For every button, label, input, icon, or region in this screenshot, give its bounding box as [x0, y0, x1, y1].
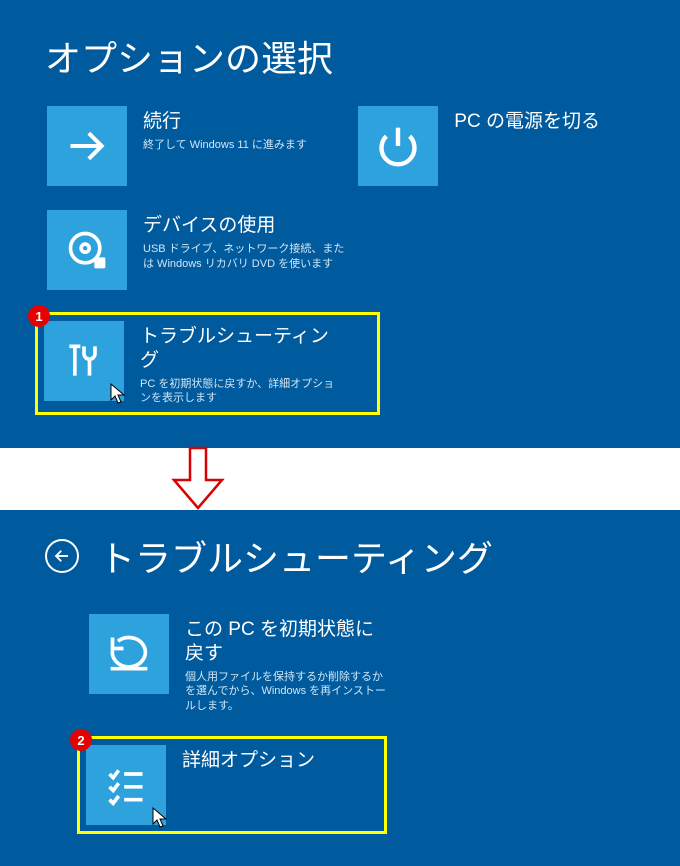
callout-badge-2: 2: [70, 729, 92, 751]
tile-troubleshoot-desc: PC を初期状態に戻すか、詳細オプションを表示します: [140, 377, 344, 407]
power-icon: [358, 106, 438, 186]
troubleshoot-screen: トラブルシューティング この PC を初期状態に戻す 個人用ファイルを保持するか…: [0, 510, 680, 866]
arrow-right-icon: [47, 106, 127, 186]
tile-advanced-options[interactable]: 2 詳細オプション: [77, 736, 387, 834]
reset-icon: [89, 614, 169, 694]
option-row-1: 続行 終了して Windows 11 に進みます PC の電源を切る: [45, 104, 635, 208]
tile-continue-desc: 終了して Windows 11 に進みます: [143, 138, 307, 153]
title-row: トラブルシューティング: [45, 530, 635, 582]
tile-continue[interactable]: 続行 終了して Windows 11 に進みます: [45, 104, 356, 188]
cursor-icon: [110, 383, 128, 405]
troubleshoot-options: この PC を初期状態に戻す 個人用ファイルを保持するか削除するかを選んでから、…: [45, 592, 635, 834]
tile-shutdown[interactable]: PC の電源を切る: [356, 104, 635, 188]
tile-reset-title: この PC を初期状態に戻す: [185, 618, 389, 666]
page-title: トラブルシューティング: [99, 530, 493, 582]
callout-badge-1: 1: [28, 305, 50, 327]
tile-device-title: デバイスの使用: [143, 214, 347, 238]
flow-arrow-icon: [168, 446, 228, 517]
option-row-3: 1 トラブルシューティング PC を初期状態に戻すか、詳細オプションを表示します: [45, 312, 635, 435]
tile-troubleshoot[interactable]: 1 トラブルシューティング PC を初期状態に戻すか、詳細オプションを表示します: [35, 312, 380, 415]
cursor-icon: [152, 807, 170, 829]
tile-reset-desc: 個人用ファイルを保持するか削除するかを選んでから、Windows を再インストー…: [185, 670, 389, 715]
choose-option-screen: オプションの選択 続行 終了して Windows 11 に進みます: [0, 0, 680, 448]
back-button[interactable]: [45, 539, 79, 573]
tile-shutdown-title: PC の電源を切る: [454, 110, 600, 134]
option-row-2: デバイスの使用 USB ドライブ、ネットワーク接続、または Windows リカ…: [45, 208, 635, 312]
tile-troubleshoot-title: トラブルシューティング: [140, 325, 344, 373]
tile-device-desc: USB ドライブ、ネットワーク接続、または Windows リカバリ DVD を…: [143, 242, 347, 272]
disc-icon: [47, 210, 127, 290]
tile-reset-pc[interactable]: この PC を初期状態に戻す 個人用ファイルを保持するか削除するかを選んでから、…: [87, 612, 635, 716]
tile-use-device[interactable]: デバイスの使用 USB ドライブ、ネットワーク接続、または Windows リカ…: [45, 208, 380, 292]
tile-continue-title: 続行: [143, 110, 307, 134]
page-title: オプションの選択: [45, 30, 635, 82]
tile-advanced-title: 詳細オプション: [182, 749, 315, 773]
